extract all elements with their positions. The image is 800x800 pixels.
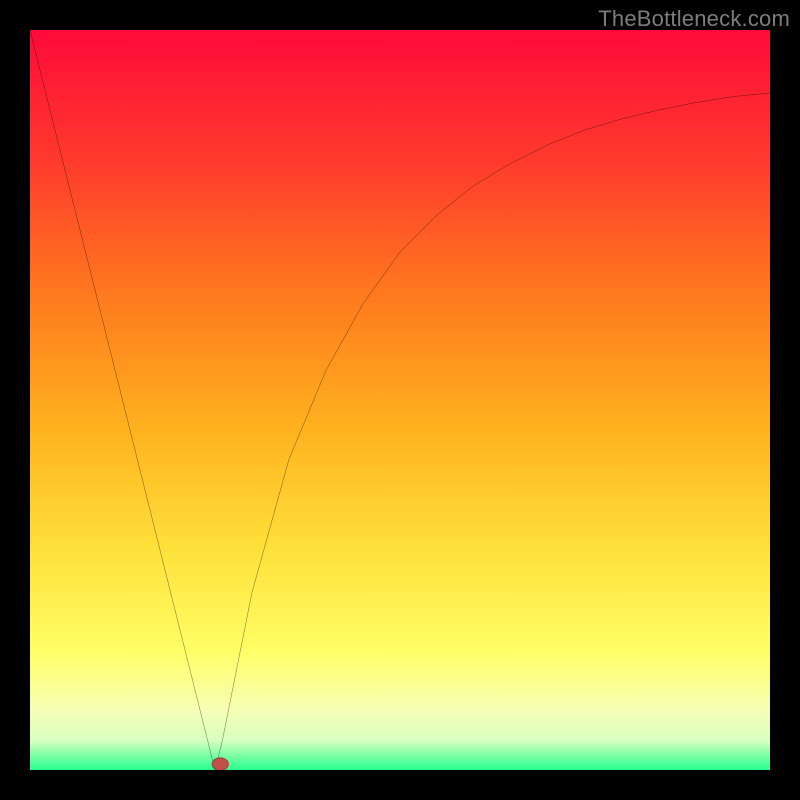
watermark-text: TheBottleneck.com bbox=[598, 6, 790, 32]
marker-dot bbox=[212, 758, 228, 770]
bottleneck-chart bbox=[30, 30, 770, 770]
gradient-background bbox=[30, 30, 770, 770]
chart-frame: TheBottleneck.com bbox=[0, 0, 800, 800]
plot-area bbox=[30, 30, 770, 770]
